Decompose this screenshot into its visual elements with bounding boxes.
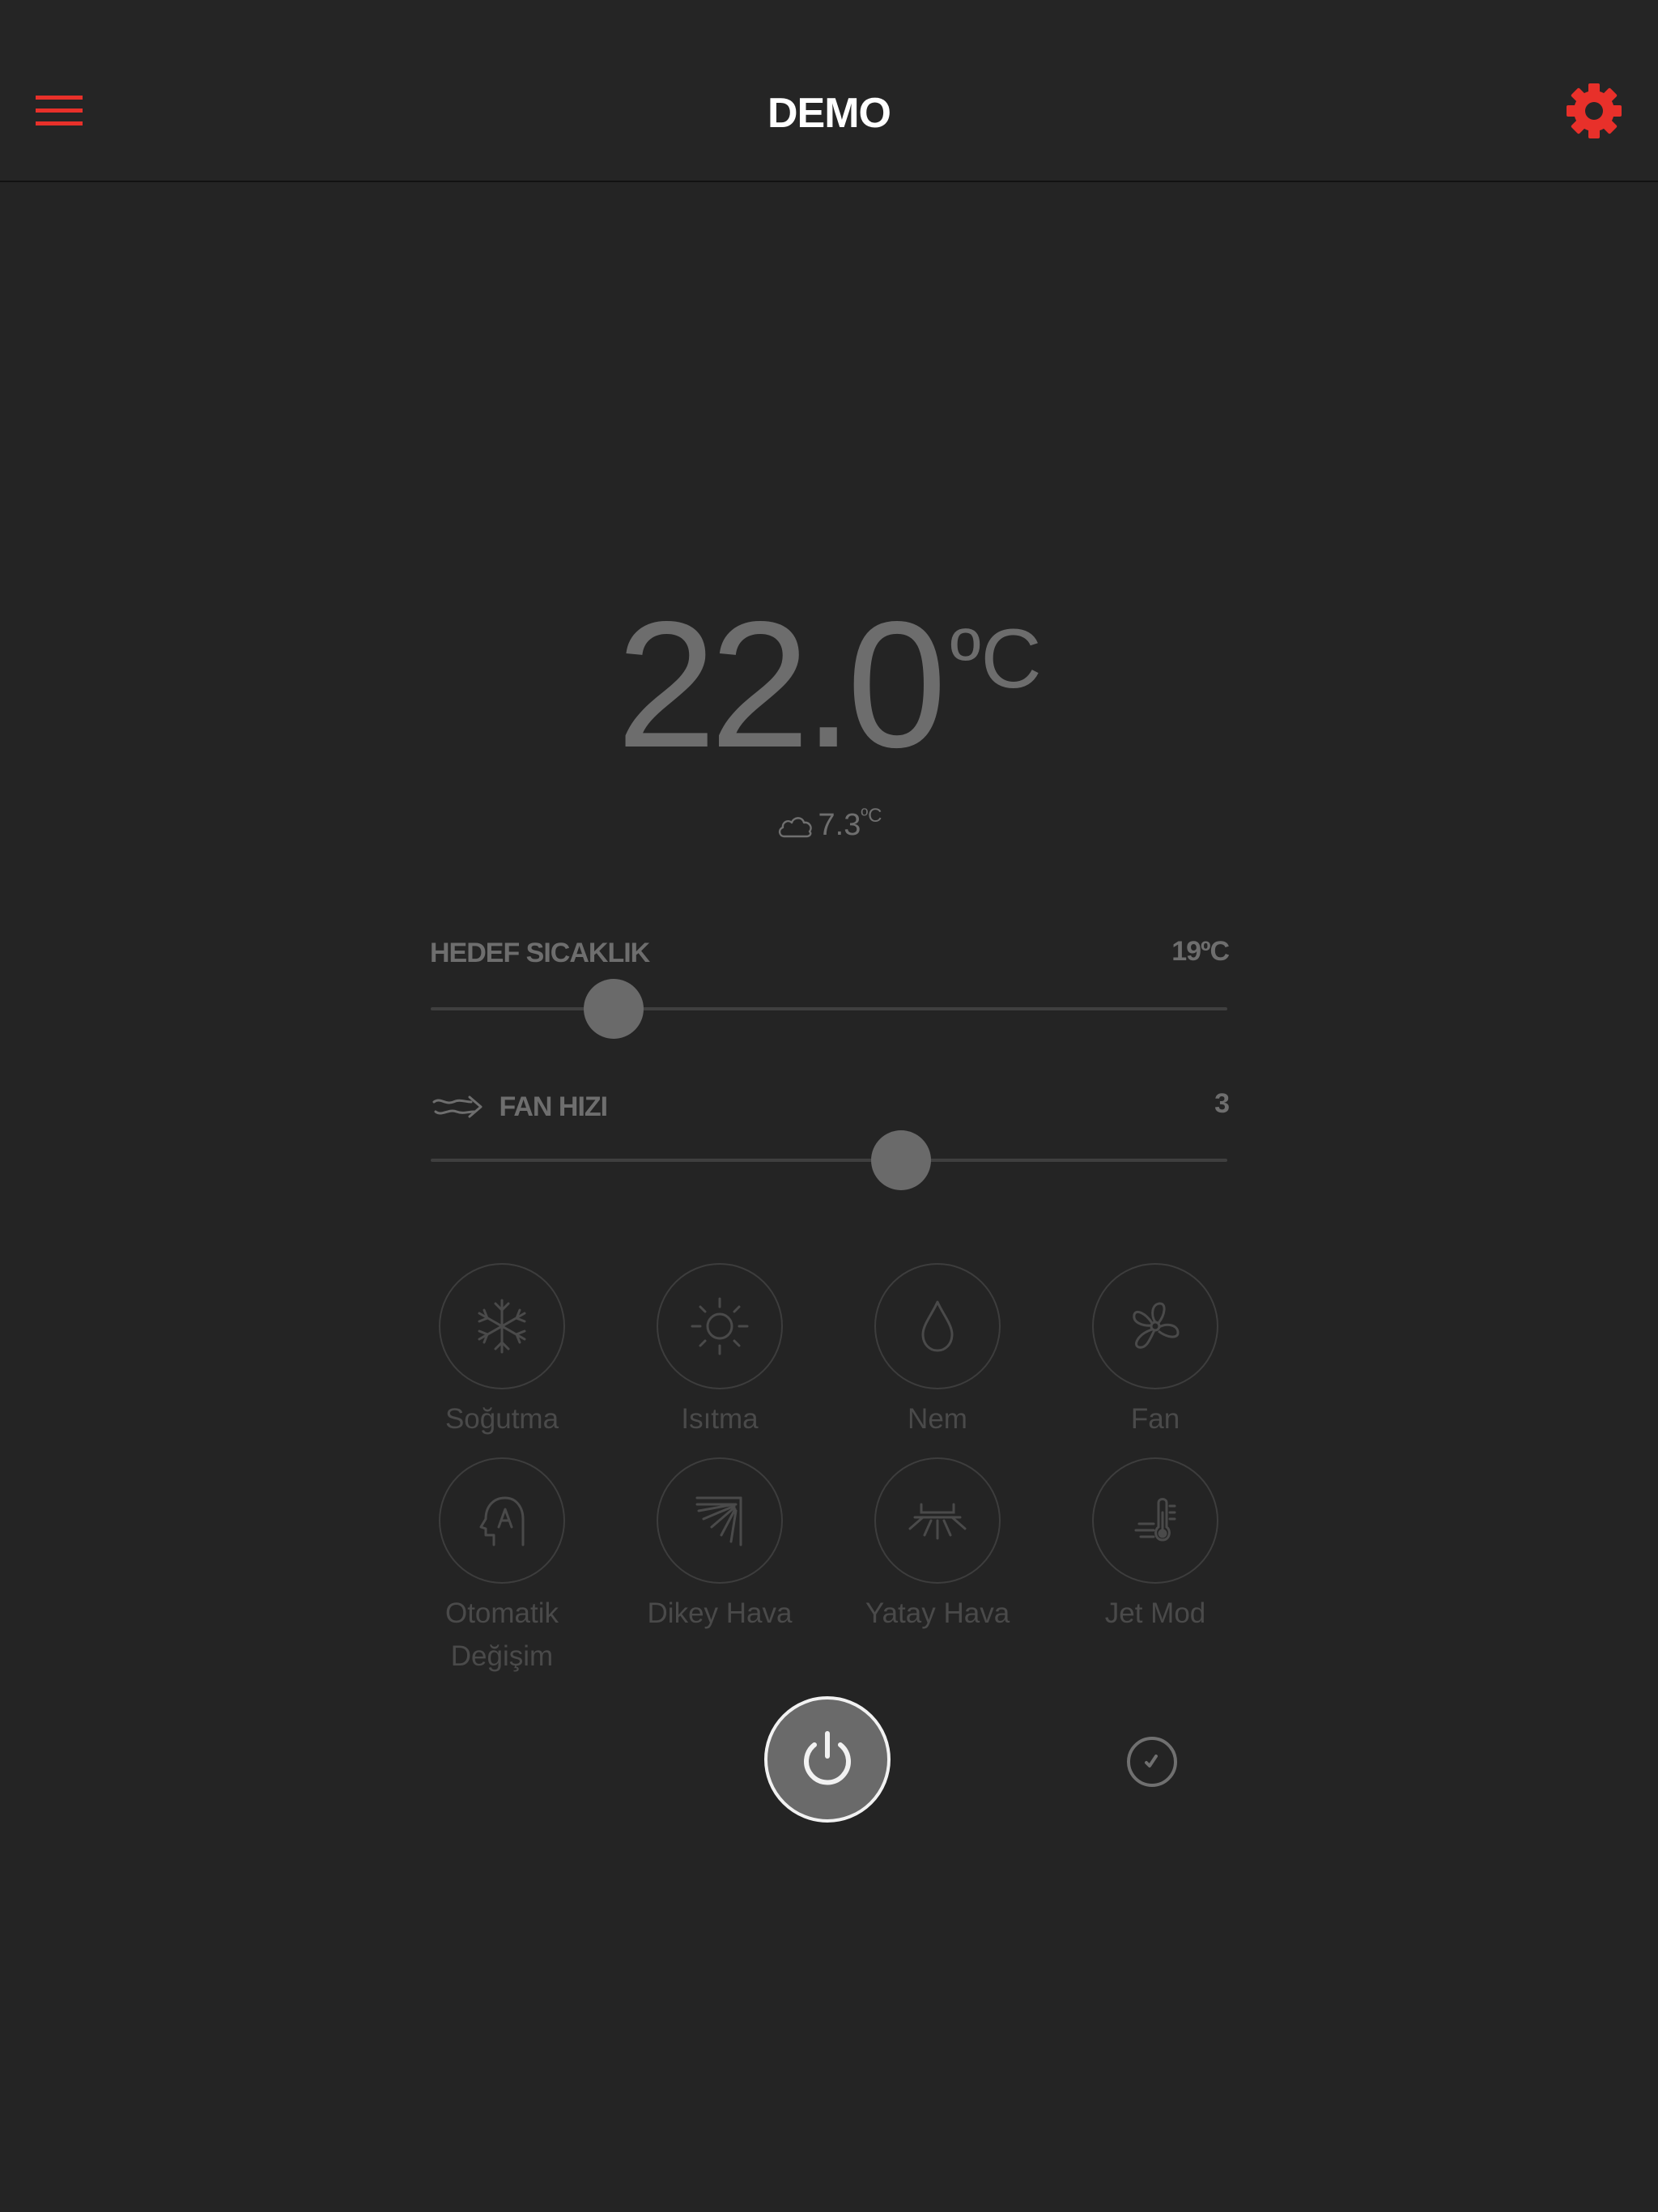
mode-button-vertical-air[interactable]: Dikey Hava: [631, 1457, 809, 1635]
room-temperature-unit: ºC: [950, 612, 1042, 706]
timer-button[interactable]: [1125, 1735, 1179, 1789]
target-temperature-value: 19ºC: [1171, 936, 1230, 967]
mode-button-horizontal-air[interactable]: Yatay Hava: [848, 1457, 1027, 1635]
mode-label: Fan: [1130, 1403, 1180, 1435]
mode-label: Nem: [908, 1403, 967, 1435]
sun-icon: [657, 1263, 783, 1389]
page-title: DEMO: [767, 90, 891, 137]
mode-button-humidity[interactable]: Nem: [848, 1263, 1027, 1440]
fan-icon: [1092, 1263, 1218, 1389]
timer-icon: [1125, 1735, 1179, 1789]
target-temperature-slider-thumb[interactable]: [584, 979, 644, 1039]
mode-button-cooling[interactable]: Soğutma: [413, 1263, 591, 1440]
mode-label: Dikey Hava: [647, 1597, 793, 1629]
mode-button-heating[interactable]: Isıtma: [631, 1263, 809, 1440]
fan-speed-label-group: FAN HIZI: [432, 1090, 608, 1123]
top-bar: DEMO: [0, 0, 1658, 182]
fan-speed-slider[interactable]: [431, 1130, 1227, 1190]
mode-label: Soğutma: [444, 1403, 559, 1435]
mode-label: Jet Mod: [1104, 1597, 1206, 1629]
outdoor-temperature: 7.3ºC: [0, 805, 1658, 843]
mode-button-auto-change[interactable]: Otomatik Değişim: [413, 1457, 591, 1678]
power-icon: [795, 1727, 860, 1792]
mode-button-jet[interactable]: Jet Mod: [1066, 1457, 1244, 1635]
auto-head-icon: [439, 1457, 565, 1584]
mode-label: Yatay Hava: [865, 1597, 1010, 1629]
snowflake-icon: [439, 1263, 565, 1389]
jet-thermometer-icon: [1092, 1457, 1218, 1584]
vertical-swing-icon: [657, 1457, 783, 1584]
fan-speed-value: 3: [1214, 1088, 1230, 1119]
fan-speed-label: FAN HIZI: [499, 1091, 608, 1122]
outdoor-temperature-unit: ºC: [861, 805, 882, 827]
cloud-icon: [776, 812, 815, 840]
horizontal-swing-icon: [874, 1457, 1001, 1584]
power-button[interactable]: [764, 1696, 891, 1823]
wind-icon: [432, 1092, 486, 1121]
mode-label: Otomatik Değişim: [444, 1597, 559, 1672]
mode-button-fan[interactable]: Fan: [1066, 1263, 1244, 1440]
target-temperature-slider[interactable]: [431, 979, 1227, 1039]
target-temperature-label: HEDEF SICAKLIK: [430, 938, 650, 968]
fan-speed-slider-thumb[interactable]: [870, 1130, 931, 1190]
gear-icon[interactable]: [1564, 81, 1624, 141]
room-temperature: 22.0 ºC: [0, 595, 1658, 775]
mode-label: Isıtma: [681, 1403, 759, 1435]
outdoor-temperature-value: 7.3: [818, 808, 861, 842]
water-drop-icon: [874, 1263, 1001, 1389]
room-temperature-value: 22.0: [616, 585, 946, 785]
